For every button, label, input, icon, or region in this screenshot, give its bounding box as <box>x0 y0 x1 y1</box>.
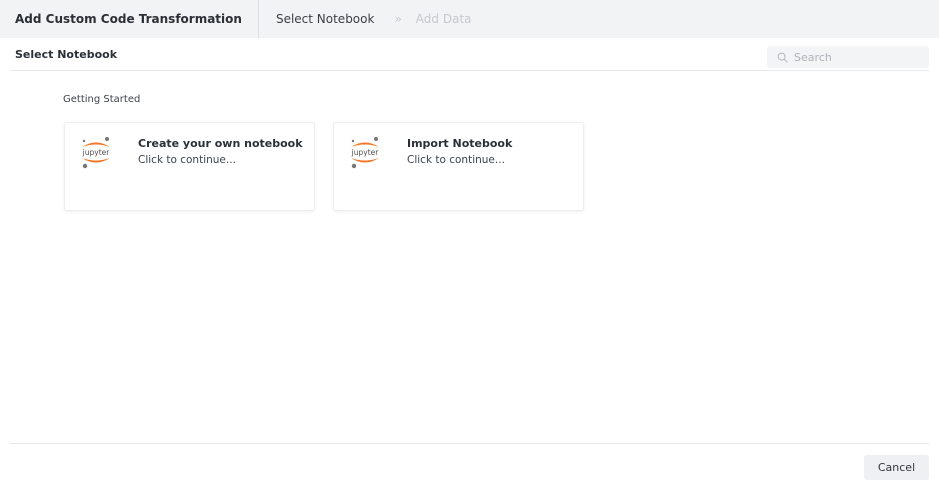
getting-started-heading: Getting Started <box>63 94 141 105</box>
section-heading: Select Notebook <box>15 48 118 61</box>
divider <box>10 70 929 71</box>
search-input[interactable] <box>794 50 924 64</box>
dialog-title: Add Custom Code Transformation <box>15 12 242 26</box>
step-chevron-icon: » <box>394 12 402 26</box>
wizard-header: Add Custom Code Transformation Select No… <box>0 0 939 38</box>
search-icon <box>777 52 788 63</box>
jupyter-logo-icon: jupyter <box>351 137 380 169</box>
card-subtitle: Click to continue... <box>407 154 505 166</box>
search-box[interactable] <box>767 46 929 68</box>
card-title: Import Notebook <box>407 137 513 150</box>
custom-code-transformation-dialog: Add Custom Code Transformation Select No… <box>0 0 939 489</box>
step-add-data: Add Data <box>415 12 472 26</box>
create-notebook-card[interactable]: jupyter Create your own notebook Click t… <box>64 122 315 211</box>
cancel-button[interactable]: Cancel <box>864 455 929 480</box>
svg-text:jupyter: jupyter <box>82 148 111 157</box>
sub-header: Select Notebook <box>0 38 939 71</box>
footer-divider <box>10 443 929 444</box>
step-select-notebook[interactable]: Select Notebook <box>276 12 375 26</box>
jupyter-logo-icon: jupyter <box>82 137 111 169</box>
header-divider <box>257 0 259 38</box>
svg-text:jupyter: jupyter <box>351 148 380 157</box>
card-title: Create your own notebook <box>138 137 303 150</box>
import-notebook-card[interactable]: jupyter Import Notebook Click to continu… <box>333 122 584 211</box>
card-subtitle: Click to continue... <box>138 154 236 166</box>
